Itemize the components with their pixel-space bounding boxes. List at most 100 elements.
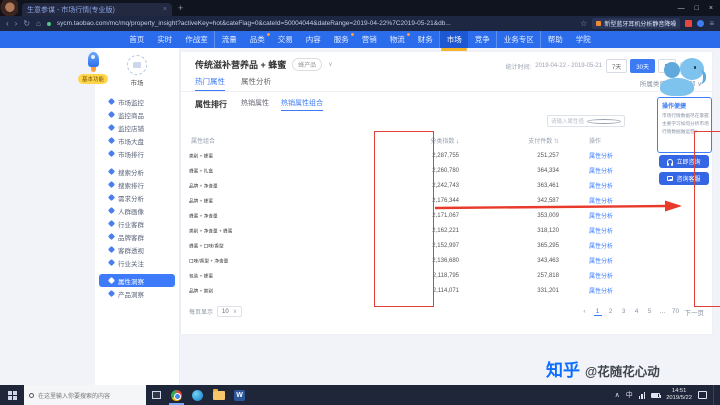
sidebar-item[interactable]: 属性洞察 [99,274,175,287]
sidebar-item[interactable]: 监控商品 [99,108,175,121]
sidebar-item[interactable]: 监控店铺 [99,121,175,134]
ime-indicator[interactable]: 中 [626,390,633,400]
category-tag[interactable]: 蜂产品 [292,58,322,71]
page-number[interactable]: 2 [607,308,615,316]
maximize-icon[interactable]: □ [695,5,699,12]
nav-item[interactable]: 交易 [271,31,299,48]
minimize-icon[interactable]: — [678,5,685,12]
nav-item[interactable]: 首页 [123,31,151,48]
home-icon[interactable]: ⌂ [36,20,41,28]
tray-expand-icon[interactable]: ∧ [615,391,620,399]
close-icon[interactable]: × [709,5,713,12]
nav-item[interactable]: 帮助 [540,31,569,48]
tab[interactable]: 属性分析 [241,76,271,92]
extension-red-icon[interactable] [685,20,692,27]
nav-item[interactable]: 竞争 [468,31,496,48]
page-number[interactable]: 5 [646,308,654,316]
attribute-analysis-link[interactable]: 属性分析 [589,229,613,235]
search-icon[interactable] [587,119,622,124]
browser-quick-search[interactable]: 新型蓝牙耳机分析静音降噪 [592,18,680,29]
upgrade-rocket[interactable]: 基本功能 [72,52,114,86]
tab[interactable]: 热门属性 [195,76,225,92]
browser-tab[interactable]: 生意参谋 - 市场行情(专业版) × [22,3,172,16]
sidebar-item[interactable]: 行业关注 [99,256,175,269]
refresh-icon[interactable]: ↻ [23,20,30,28]
zhihu-logo: 知乎 [546,356,580,381]
url-input[interactable]: sycm.taobao.com/mc/mq/property_insight?a… [57,20,451,27]
taskbar-app-browser[interactable] [166,385,187,405]
attribute-analysis-link[interactable]: 属性分析 [589,289,613,295]
consult-now-button[interactable]: 立即咨询 [659,155,709,168]
sidebar-item[interactable]: 市场监控 [99,95,175,108]
taskbar-app-globe[interactable] [187,385,208,405]
network-icon[interactable] [639,392,646,399]
next-page-button[interactable]: 下一页 [685,307,705,317]
nav-item[interactable]: 营销 [355,31,383,48]
nav-item[interactable]: 内容 [299,31,327,48]
show-desktop-button[interactable] [713,385,716,405]
sidebar-item[interactable]: 人群画像 [99,204,175,217]
range-button[interactable]: 7天 [606,59,627,73]
extension-blue-icon[interactable] [697,20,704,27]
sidebar-item[interactable]: 搜索排行 [99,178,175,191]
tab-close-icon[interactable]: × [163,6,167,13]
forward-icon[interactable]: › [15,20,18,28]
sidebar-item[interactable]: 产品洞察 [99,287,175,300]
browser-menu-icon[interactable]: ≡ [709,20,714,28]
page-number[interactable]: 1 [594,308,602,316]
sidebar-item[interactable]: 市场大盘 [99,134,175,147]
task-view-button[interactable] [146,391,166,399]
browser-profile-photo[interactable] [0,0,18,16]
nav-item[interactable]: 市场 [439,31,468,48]
nav-item[interactable]: 物流 [383,31,411,48]
attribute-analysis-link[interactable]: 属性分析 [589,214,613,220]
nav-item[interactable]: 财务 [411,31,439,48]
taskbar-app-word[interactable]: W [229,385,250,405]
taskbar-app-explorer[interactable] [208,385,229,405]
contact-service-button[interactable]: 咨询客服 [659,172,709,185]
per-page-select[interactable]: 10∨ [217,306,242,317]
attribute-search-input[interactable]: 请输入属性值进行搜索 [547,115,625,127]
attribute-analysis-link[interactable]: 属性分析 [589,274,613,280]
nav-item[interactable]: 服务 [327,31,355,48]
chevron-down-icon[interactable]: ∨ [328,61,332,68]
sidebar-item[interactable]: 市场排行 [99,147,175,160]
nav-item[interactable]: 作战室 [179,31,215,48]
taskbar-clock[interactable]: 14:51 2019/5/22 [666,388,692,402]
action-center-icon[interactable] [698,391,707,399]
cell-index: 2,260,780 [367,168,463,174]
attribute-analysis-link[interactable]: 属性分析 [589,169,613,175]
page-number[interactable]: 4 [633,308,641,316]
nav-item[interactable]: 业务专区 [496,31,540,48]
page-number[interactable]: 3 [620,308,628,316]
prev-page-icon[interactable]: ‹ [581,308,589,315]
back-icon[interactable]: ‹ [6,20,9,28]
nav-item[interactable]: 品类 [243,31,271,48]
taskbar-search[interactable]: 在这里输入你要搜索的内容 [24,385,146,405]
bookmark-star-icon[interactable]: ☆ [580,20,587,28]
page-number[interactable]: 70 [672,308,680,316]
nav-item[interactable]: 学院 [569,31,597,48]
sub-tab[interactable]: 热销属性 [241,98,269,111]
start-button[interactable] [0,385,24,405]
sidebar-item[interactable]: 客群透视 [99,243,175,256]
sidebar-item[interactable]: 搜索分析 [99,165,175,178]
attribute-analysis-link[interactable]: 属性分析 [589,244,613,250]
sidebar-item[interactable]: 需求分析 [99,191,175,204]
sidebar-item[interactable]: 品牌客群 [99,230,175,243]
sidebar-item[interactable]: 行业客群 [99,217,175,230]
page-number[interactable]: … [659,308,667,316]
attribute-analysis-link[interactable]: 属性分析 [589,259,613,265]
range-button[interactable]: 30天 [630,59,655,73]
shop-avatar[interactable] [127,55,147,75]
col-paid[interactable]: 支付件数 ⇅ [463,136,563,145]
new-tab-button[interactable]: + [178,3,183,13]
attribute-analysis-link[interactable]: 属性分析 [589,184,613,190]
sub-tab[interactable]: 热销属性组合 [281,98,323,111]
nav-item[interactable]: 实时 [151,31,179,48]
attribute-analysis-link[interactable]: 属性分析 [589,199,613,205]
col-index[interactable]: 分类指数 ↓ [367,136,463,145]
nav-item[interactable]: 流量 [214,31,243,48]
attribute-analysis-link[interactable]: 属性分析 [589,154,613,160]
battery-icon[interactable] [651,393,660,398]
